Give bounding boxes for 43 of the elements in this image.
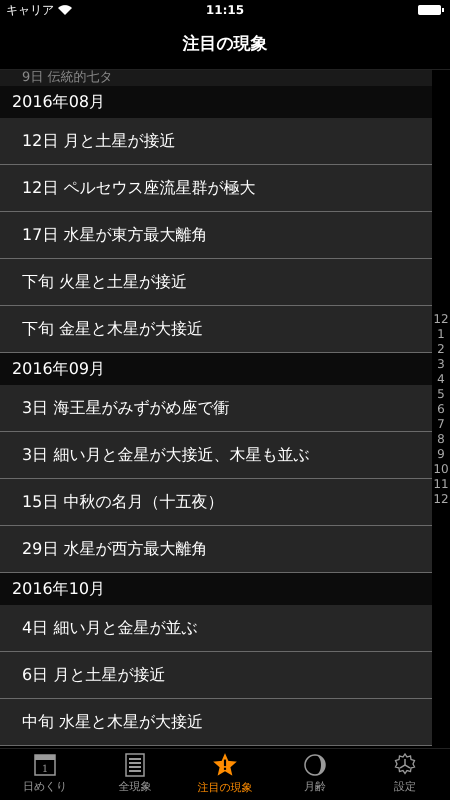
section-index-item[interactable]: 6 (437, 402, 445, 416)
list-item[interactable]: 中旬 水星と木星が大接近 (0, 699, 432, 746)
section-index-item[interactable]: 12 (433, 312, 449, 326)
section-index-item[interactable]: 3 (437, 356, 445, 372)
list-icon (124, 753, 146, 778)
tab[interactable]: 注目の現象 (180, 749, 270, 800)
battery-icon (418, 5, 444, 15)
tab[interactable]: 設定 (360, 749, 450, 800)
section-index-item[interactable]: 7 (437, 416, 445, 432)
tab[interactable]: 全現象 (90, 749, 180, 800)
list-item[interactable]: 29日 水星が西方最大離角 (0, 526, 432, 573)
section-header: 2016年09月 (0, 353, 432, 385)
list-item[interactable]: 3日 細い月と金星が大接近、木星も並ぶ (0, 432, 432, 479)
section-index-item[interactable]: 2 (437, 342, 445, 356)
section-header: 2016年08月 (0, 86, 432, 118)
moon-icon (303, 753, 327, 778)
list-item[interactable]: 17日 水星が東方最大離角 (0, 212, 432, 259)
star-icon (212, 752, 238, 778)
tab[interactable]: 1 日めくり (0, 749, 90, 800)
list-item[interactable]: 12日 ペルセウス座流星群が極大 (0, 165, 432, 212)
section-header: 2016年10月 (0, 573, 432, 605)
list-item[interactable]: 15日 中秋の名月（十五夜） (0, 479, 432, 526)
section-index-item[interactable]: 10 (433, 462, 449, 476)
list-item[interactable]: 下旬 火星と土星が接近 (0, 259, 432, 306)
tab[interactable]: 月齢 (270, 749, 360, 800)
settings-icon (393, 753, 417, 778)
section-index-item[interactable]: 5 (437, 386, 445, 402)
carrier-name: キャリア (6, 2, 54, 19)
calendar-icon: 1 (33, 753, 57, 778)
nav-title: 注目の現象 (182, 32, 268, 56)
section-index-item[interactable]: 4 (437, 372, 445, 386)
status-time: 11:15 (206, 2, 244, 19)
section-index-item[interactable]: 12 (433, 492, 449, 506)
list-item[interactable]: 下旬 金星と木星が大接近 (0, 306, 432, 353)
section-index-item[interactable]: 8 (437, 432, 445, 446)
section-index-item[interactable]: 1 (437, 326, 445, 342)
list-item[interactable]: 3日 海王星がみずがめ座で衝 (0, 385, 432, 432)
list-item[interactable]: 4日 細い月と金星が並ぶ (0, 605, 432, 652)
section-index-item[interactable]: 11 (433, 476, 449, 492)
list-item[interactable]: 6日 月と土星が接近 (0, 652, 432, 699)
list-item[interactable]: 12日 月と土星が接近 (0, 118, 432, 165)
section-index-item[interactable]: 9 (437, 446, 445, 462)
wifi-icon (58, 5, 72, 15)
